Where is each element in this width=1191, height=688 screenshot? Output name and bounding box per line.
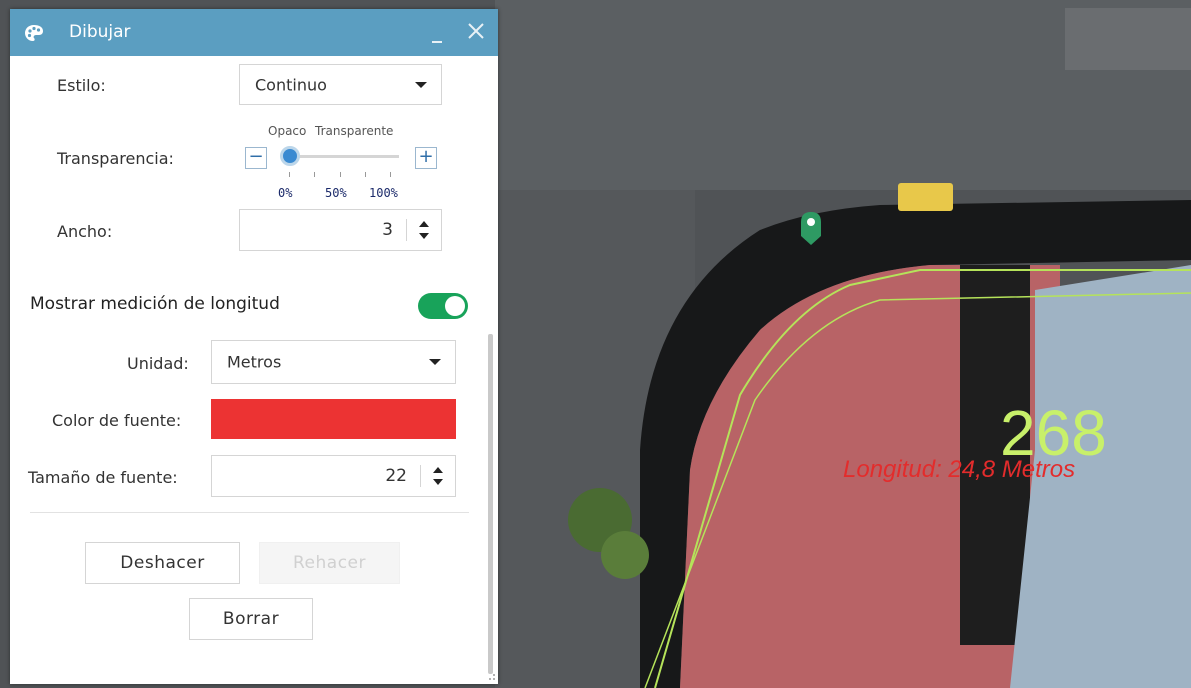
style-label: Estilo:: [57, 76, 106, 95]
transparency-decrease-button[interactable]: −: [245, 147, 267, 169]
style-select-value: Continuo: [255, 75, 327, 94]
font-size-stepper[interactable]: 22: [211, 455, 456, 497]
chevron-down-icon: [429, 359, 441, 365]
map-length-label: Longitud: 24,8 Metros: [843, 456, 1076, 483]
unit-select[interactable]: Metros: [211, 340, 456, 384]
toggle-knob: [445, 296, 465, 316]
draw-dialog: Dibujar Estilo: Continuo Transparencia: …: [10, 9, 498, 684]
undo-button[interactable]: Deshacer: [85, 542, 240, 584]
measurement-section-title: Mostrar medición de longitud: [30, 294, 280, 314]
dialog-title: Dibujar: [69, 22, 131, 42]
unit-select-value: Metros: [227, 352, 282, 372]
chevron-down-icon: [415, 81, 427, 88]
stepper-divider: [406, 219, 407, 241]
close-icon[interactable]: [464, 19, 488, 43]
width-label: Ancho:: [57, 222, 113, 241]
minimize-button[interactable]: [428, 17, 446, 45]
dialog-titlebar[interactable]: Dibujar: [10, 9, 498, 56]
transparent-label: Transparente: [315, 124, 394, 138]
tick-mark: [289, 172, 290, 177]
resize-handle-icon[interactable]: [484, 669, 496, 681]
section-divider: [30, 512, 469, 513]
font-size-value: 22: [385, 466, 407, 486]
tick-mark: [340, 172, 341, 177]
tick-label-50: 50%: [325, 186, 347, 200]
scrollbar[interactable]: [488, 334, 493, 674]
font-size-label: Tamaño de fuente:: [28, 468, 178, 487]
decrement-icon[interactable]: [417, 230, 431, 242]
unit-label: Unidad:: [127, 354, 189, 373]
opaque-label: Opaco: [268, 124, 307, 138]
tick-mark: [390, 172, 391, 177]
redo-button[interactable]: Rehacer: [259, 542, 400, 584]
stepper-divider: [420, 465, 421, 487]
tick-label-100: 100%: [369, 186, 398, 200]
transparency-track[interactable]: [283, 155, 399, 158]
increment-icon[interactable]: [431, 464, 445, 476]
transparency-slider-thumb[interactable]: [280, 146, 300, 166]
font-color-swatch[interactable]: [211, 399, 456, 439]
measurement-toggle[interactable]: [418, 293, 468, 319]
transparency-increase-button[interactable]: +: [415, 147, 437, 169]
decrement-icon[interactable]: [431, 476, 445, 488]
clear-button[interactable]: Borrar: [189, 598, 313, 640]
width-stepper[interactable]: 3: [239, 209, 442, 251]
tick-mark: [365, 172, 366, 177]
style-select[interactable]: Continuo: [239, 64, 442, 105]
palette-icon: [25, 25, 43, 41]
tick-label-0: 0%: [278, 186, 293, 200]
font-color-label: Color de fuente:: [52, 411, 182, 430]
transparency-label: Transparencia:: [57, 149, 174, 168]
tick-mark: [314, 172, 315, 177]
increment-icon[interactable]: [417, 218, 431, 230]
width-value: 3: [382, 220, 393, 240]
